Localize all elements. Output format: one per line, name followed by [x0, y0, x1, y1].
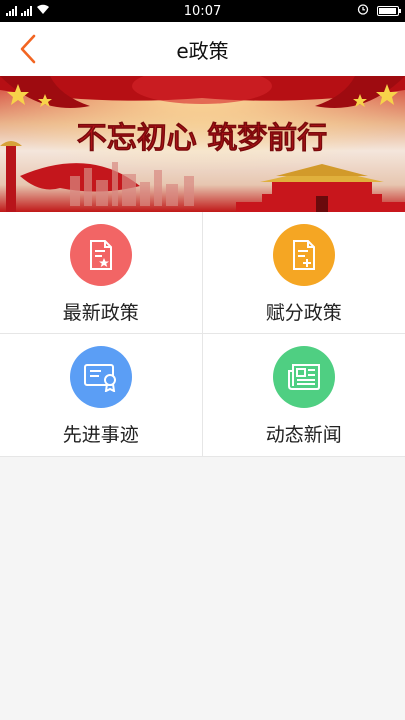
menu-icon-circle	[272, 346, 335, 408]
chevron-left-icon	[20, 34, 36, 64]
menu-icon-circle	[69, 346, 132, 408]
menu-item-latest-policy[interactable]: 最新政策	[0, 212, 203, 334]
certificate-icon	[83, 364, 116, 392]
menu-item-label: 赋分政策	[265, 302, 342, 324]
wifi-icon	[36, 4, 50, 18]
signal-icon-2	[21, 6, 32, 16]
menu-item-scoring-policy[interactable]: 赋分政策	[202, 212, 405, 334]
back-button[interactable]	[10, 30, 46, 68]
signal-icon	[6, 6, 17, 16]
menu-item-label: 最新政策	[62, 302, 139, 324]
menu-item-news[interactable]: 动态新闻	[203, 334, 405, 456]
newspaper-icon	[287, 364, 320, 390]
document-star-icon	[89, 240, 112, 270]
menu-item-label: 先进事迹	[62, 424, 139, 446]
signal-indicators	[6, 4, 50, 18]
menu-icon-circle	[69, 224, 132, 286]
nav-bar: e政策	[0, 22, 405, 76]
alarm-icon	[357, 3, 369, 19]
document-plus-icon	[292, 240, 315, 270]
banner-slogan: 不忘初心 筑梦前行	[77, 121, 327, 156]
banner[interactable]: 不忘初心 筑梦前行	[0, 76, 405, 212]
battery-icon	[377, 6, 401, 16]
menu-icon-circle	[272, 224, 335, 286]
banner-image: 不忘初心 筑梦前行	[0, 76, 405, 212]
menu-item-advanced-deeds[interactable]: 先进事迹	[0, 334, 203, 456]
page-title: e政策	[176, 38, 229, 63]
status-time: 10:07	[183, 3, 222, 19]
menu-grid: 最新政策 赋分政策 先进事迹 动态新闻	[0, 212, 405, 457]
menu-item-label: 动态新闻	[265, 424, 342, 446]
status-bar: 10:07	[0, 0, 405, 22]
